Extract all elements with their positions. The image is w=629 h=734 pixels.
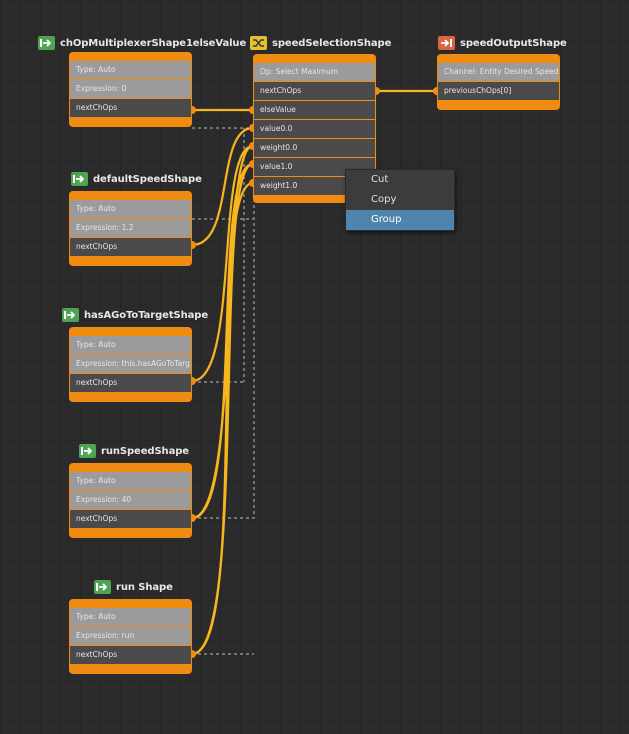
node-title-label: run Shape	[116, 581, 173, 593]
plug-else-value[interactable]: elseValue	[254, 101, 375, 119]
node-title-chop-multiplexer[interactable]: chOpMultiplexerShape1elseValue	[38, 35, 246, 51]
node-type-field[interactable]: Type: Auto	[70, 608, 191, 626]
node-title-label: chOpMultiplexerShape1elseValue	[60, 37, 247, 49]
plug-weight0[interactable]: weight0.0	[254, 139, 375, 157]
wire-runspeed-to-weight0	[191, 144, 254, 520]
node-type-field[interactable]: Type: Auto	[70, 336, 191, 354]
wire-runspeed-to-value1	[191, 162, 254, 520]
context-menu-cut[interactable]: Cut	[346, 170, 454, 190]
node-channel-field[interactable]: Channel: Entity Desired Speed	[438, 63, 559, 81]
plug-previous-chops[interactable]: previousChOps[0]	[438, 82, 559, 100]
node-graph-canvas[interactable]: chOpMultiplexerShape1elseValue Type: Aut…	[0, 0, 629, 734]
plug-next-chops[interactable]: nextChOps	[254, 82, 375, 100]
shuffle-icon	[250, 36, 267, 50]
node-title-label: defaultSpeedShape	[93, 173, 202, 185]
node-type-field[interactable]: Type: Auto	[70, 200, 191, 218]
plug-next-chops[interactable]: nextChOps	[70, 646, 191, 664]
node-title-label: speedOutputShape	[460, 37, 567, 49]
node-expression-field[interactable]: Expression: this.hasAGoToTarg	[70, 355, 191, 373]
wire-run-to-value1	[191, 162, 254, 656]
output-arrow-icon	[438, 36, 455, 50]
context-menu: Cut Copy Group	[345, 169, 455, 231]
node-title-label: hasAGoToTargetShape	[84, 309, 209, 321]
plug-next-chops[interactable]: nextChOps	[70, 99, 191, 117]
node-title-speed-output[interactable]: speedOutputShape	[438, 35, 567, 51]
node-title-speed-selection[interactable]: speedSelectionShape	[250, 35, 391, 51]
node-type-field[interactable]: Type: Auto	[70, 61, 191, 79]
plug-next-chops[interactable]: nextChOps	[70, 374, 191, 392]
input-arrow-icon	[38, 36, 55, 50]
node-title-run[interactable]: run Shape	[94, 579, 173, 595]
node-expression-field[interactable]: Expression: 1.2	[70, 219, 191, 237]
wire-run-to-weight1	[191, 181, 254, 656]
node-run-speed[interactable]: Type: Auto Expression: 40 nextChOps	[69, 463, 192, 538]
context-menu-group[interactable]: Group	[346, 210, 454, 230]
node-has-goto-target[interactable]: Type: Auto Expression: this.hasAGoToTarg…	[69, 327, 192, 402]
node-op-field[interactable]: Op: Select Maximum	[254, 63, 375, 81]
context-menu-copy[interactable]: Copy	[346, 190, 454, 210]
input-arrow-icon	[62, 308, 79, 322]
node-title-label: speedSelectionShape	[272, 37, 392, 49]
plug-next-chops[interactable]: nextChOps	[70, 510, 191, 528]
plug-value0[interactable]: value0.0	[254, 120, 375, 138]
node-title-default-speed[interactable]: defaultSpeedShape	[71, 171, 202, 187]
input-arrow-icon	[71, 172, 88, 186]
node-expression-field[interactable]: Expression: 40	[70, 491, 191, 509]
node-run[interactable]: Type: Auto Expression: run nextChOps	[69, 599, 192, 674]
node-title-label: runSpeedShape	[101, 445, 189, 457]
node-chop-multiplexer[interactable]: Type: Auto Expression: 0 nextChOps	[69, 52, 192, 127]
node-expression-field[interactable]: Expression: 0	[70, 80, 191, 98]
node-speed-output[interactable]: Channel: Entity Desired Speed previousCh…	[437, 54, 560, 110]
node-title-run-speed[interactable]: runSpeedShape	[79, 443, 189, 459]
node-title-has-goto-target[interactable]: hasAGoToTargetShape	[62, 307, 208, 323]
input-arrow-icon	[79, 444, 96, 458]
input-arrow-icon	[94, 580, 111, 594]
node-default-speed[interactable]: Type: Auto Expression: 1.2 nextChOps	[69, 191, 192, 266]
plug-next-chops[interactable]: nextChOps	[70, 238, 191, 256]
node-type-field[interactable]: Type: Auto	[70, 472, 191, 490]
node-expression-field[interactable]: Expression: run	[70, 627, 191, 645]
